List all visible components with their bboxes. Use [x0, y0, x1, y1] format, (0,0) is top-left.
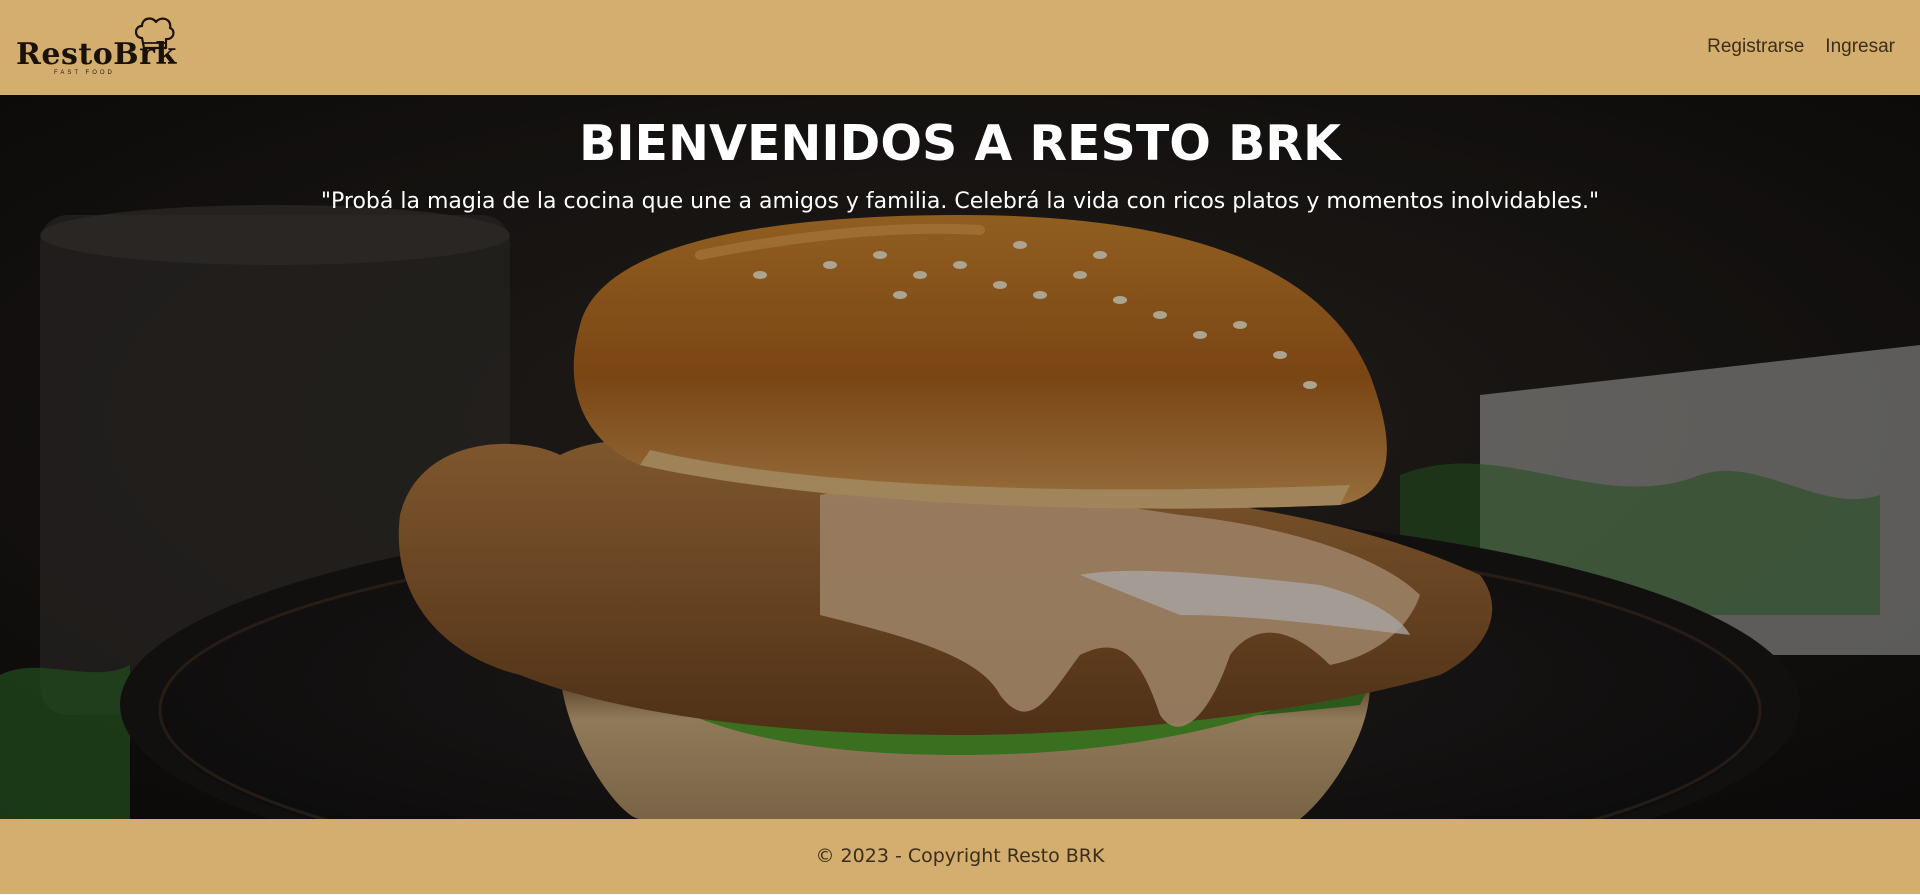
hero-title: BIENVENIDOS A RESTO BRK — [578, 115, 1342, 172]
nav-register-link[interactable]: Registrarse — [1707, 35, 1804, 59]
hero-banner: BIENVENIDOS A RESTO BRK "Probá la magia … — [0, 95, 1920, 819]
nav-login-link[interactable]: Ingresar — [1825, 35, 1895, 59]
footer-copyright: © 2023 - Copyright Resto BRK — [815, 845, 1105, 867]
nav-links: Registrarse Ingresar — [1707, 35, 1895, 59]
brand-logo[interactable]: RestoBrk FAST FOOD — [16, 14, 176, 80]
footer: © 2023 - Copyright Resto BRK — [0, 819, 1920, 895]
brand-tagline: FAST FOOD — [54, 70, 115, 76]
brand-name: RestoBrk — [16, 37, 177, 72]
hero-quote: "Probá la magia de la cocina que une a a… — [320, 189, 1600, 214]
navbar: RestoBrk FAST FOOD Registrarse Ingresar — [0, 0, 1920, 95]
